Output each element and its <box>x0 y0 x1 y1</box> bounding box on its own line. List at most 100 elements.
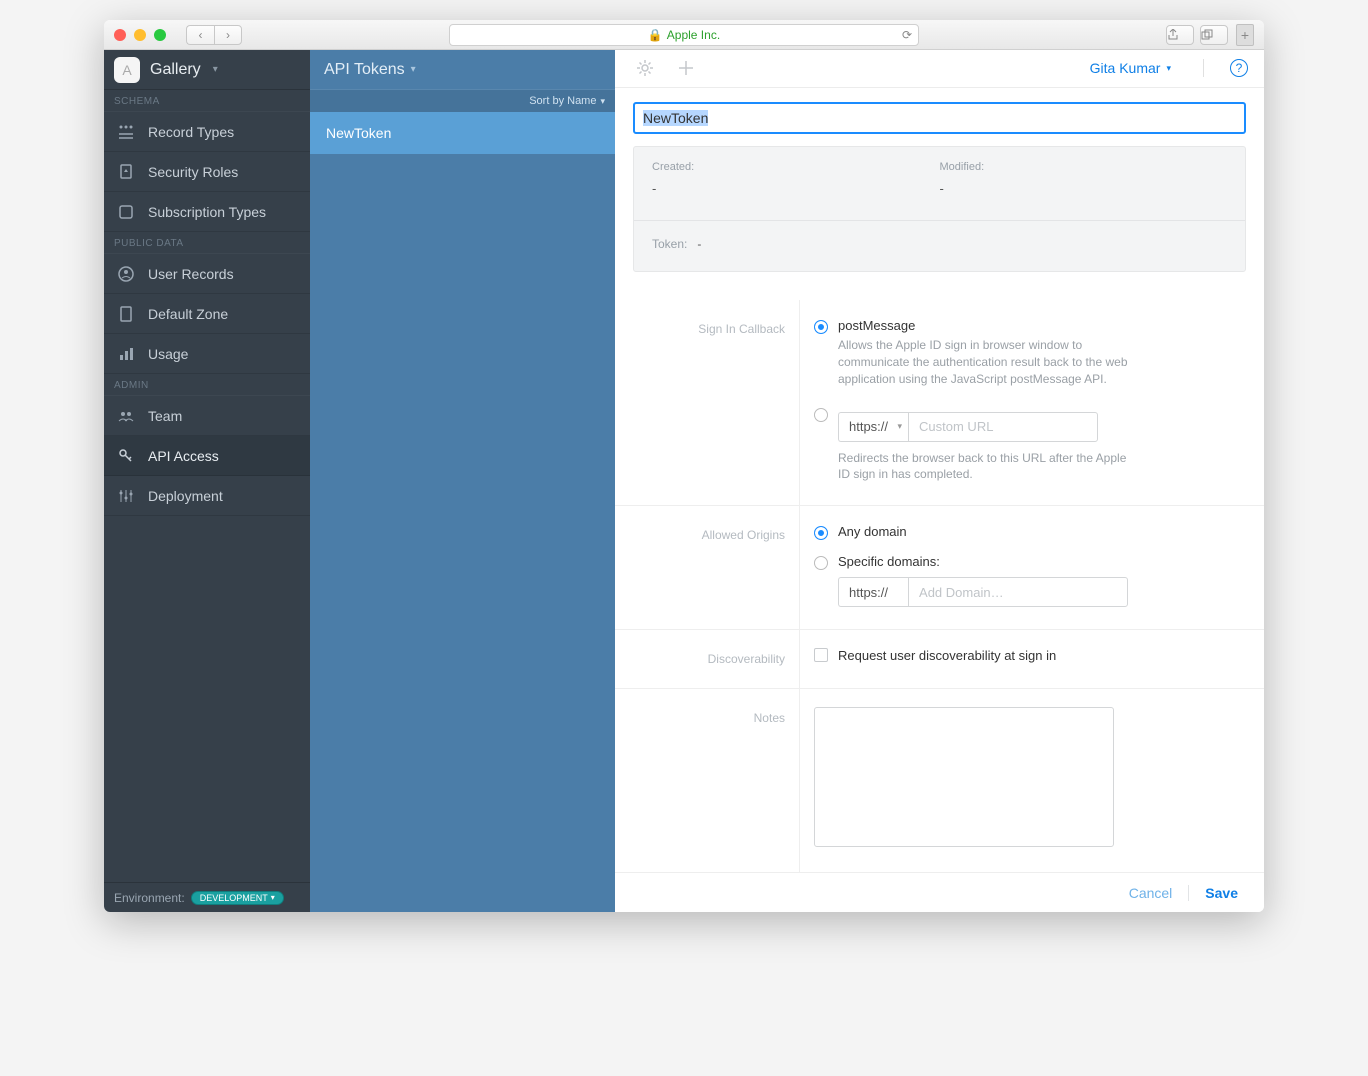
radio-postmessage[interactable]: postMessage Allows the Apple ID sign in … <box>814 318 1238 387</box>
sidebar-item-usage[interactable]: Usage <box>104 334 310 374</box>
address-bar[interactable]: 🔒 Apple Inc. ⟳ <box>449 24 919 46</box>
checkbox-input[interactable] <box>814 648 828 662</box>
modified-label: Modified: <box>940 161 1228 173</box>
window-controls <box>114 29 166 41</box>
token-list-item[interactable]: NewToken <box>310 112 615 154</box>
section-sign-in-callback: Sign In Callback postMessage Allows the … <box>615 300 1264 506</box>
key-icon <box>116 446 136 466</box>
radio-any-domain[interactable]: Any domain <box>814 524 1238 540</box>
sidebar-item-user-records[interactable]: User Records <box>104 254 310 294</box>
nav-back-button[interactable]: ‹ <box>186 25 214 45</box>
custom-url-input[interactable] <box>908 412 1098 442</box>
user-name: Gita Kumar <box>1090 60 1161 76</box>
app-icon: A <box>114 57 140 83</box>
section-header-schema: SCHEMA <box>104 90 310 112</box>
add-domain-input[interactable] <box>908 577 1128 607</box>
tokens-panel: API Tokens ▾ Sort by Name ▾ NewToken <box>310 50 615 912</box>
chevron-down-icon: ▾ <box>1166 63 1171 74</box>
chevron-down-icon: ▾ <box>898 421 903 432</box>
nav-forward-button[interactable]: › <box>214 25 242 45</box>
zoom-window-button[interactable] <box>154 29 166 41</box>
sidebar-item-label: API Access <box>148 448 219 464</box>
nav-arrows: ‹ › <box>186 25 242 45</box>
created-value: - <box>652 181 940 196</box>
notes-textarea[interactable] <box>814 707 1114 847</box>
chevron-down-icon: ▾ <box>213 64 218 75</box>
tabs-button[interactable] <box>1200 25 1228 45</box>
sidebar-item-label: Record Types <box>148 124 234 140</box>
section-header-public-data: PUBLIC DATA <box>104 232 310 254</box>
cancel-button[interactable]: Cancel <box>1121 881 1181 905</box>
radio-description: Allows the Apple ID sign in browser wind… <box>838 337 1128 387</box>
radio-label: Specific domains: <box>838 554 1128 569</box>
environment-footer: Environment: DEVELOPMENT ▾ <box>104 882 310 912</box>
token-meta-card: Created: - Modified: - Token: - <box>633 146 1246 272</box>
chevron-down-icon: ▾ <box>411 64 416 75</box>
sidebar-item-label: Security Roles <box>148 164 238 180</box>
tokens-title: API Tokens <box>324 61 405 79</box>
reload-icon[interactable]: ⟳ <box>902 28 912 42</box>
sort-label: Sort by Name <box>529 95 596 107</box>
bar-chart-icon <box>116 344 136 364</box>
section-label: Allowed Origins <box>615 506 800 629</box>
sidebar-item-label: Default Zone <box>148 306 228 322</box>
sidebar: A Gallery ▾ SCHEMA Record Types Security… <box>104 50 310 912</box>
sidebar-item-label: Team <box>148 408 182 424</box>
sidebar-item-team[interactable]: Team <box>104 396 310 436</box>
domain-scheme: https:// <box>838 577 908 607</box>
share-button[interactable] <box>1166 25 1194 45</box>
sidebar-item-record-types[interactable]: Record Types <box>104 112 310 152</box>
address-host: Apple Inc. <box>667 28 720 42</box>
user-menu[interactable]: Gita Kumar ▾ <box>1090 60 1171 76</box>
add-button[interactable] <box>677 59 695 77</box>
token-name-input[interactable] <box>633 102 1246 134</box>
checkbox-label: Request user discoverability at sign in <box>838 648 1056 663</box>
section-header-admin: ADMIN <box>104 374 310 396</box>
radio-input[interactable] <box>814 556 828 570</box>
sidebar-item-default-zone[interactable]: Default Zone <box>104 294 310 334</box>
radio-specific-domains[interactable]: Specific domains: https:// <box>814 554 1238 607</box>
discoverability-checkbox-row[interactable]: Request user discoverability at sign in <box>814 648 1238 663</box>
radio-input[interactable] <box>814 408 828 422</box>
modified-value: - <box>940 181 1228 196</box>
radio-label: Any domain <box>838 524 907 539</box>
app-switcher[interactable]: A Gallery ▾ <box>104 50 310 90</box>
sidebar-item-deployment[interactable]: Deployment <box>104 476 310 516</box>
new-tab-button[interactable]: + <box>1236 24 1254 46</box>
detail-header: Gita Kumar ▾ ? <box>615 50 1264 88</box>
sidebar-item-api-access[interactable]: API Access <box>104 436 310 476</box>
sidebar-item-subscription-types[interactable]: Subscription Types <box>104 192 310 232</box>
environment-label: Environment: <box>114 891 185 905</box>
divider <box>1203 59 1204 77</box>
minimize-window-button[interactable] <box>134 29 146 41</box>
divider <box>1188 885 1189 901</box>
section-allowed-origins: Allowed Origins Any domain Specific doma… <box>615 506 1264 630</box>
radio-input[interactable] <box>814 320 828 334</box>
zone-icon <box>116 304 136 324</box>
lock-icon: 🔒 <box>648 28 663 42</box>
section-notes: Notes <box>615 689 1264 872</box>
url-scheme-select[interactable]: https:// ▾ <box>838 412 908 442</box>
sidebar-item-label: User Records <box>148 266 234 282</box>
token-label: Token: <box>652 237 687 251</box>
chevron-down-icon: ▾ <box>600 96 605 107</box>
token-name: NewToken <box>326 125 391 141</box>
radio-label: postMessage <box>838 318 1128 333</box>
sidebar-item-security-roles[interactable]: Security Roles <box>104 152 310 192</box>
save-button[interactable]: Save <box>1197 881 1246 905</box>
help-button[interactable]: ? <box>1230 59 1248 77</box>
detail-footer: Cancel Save <box>615 872 1264 912</box>
radio-custom-url[interactable]: https:// ▾ Redirects the browser back to… <box>814 406 1238 484</box>
section-discoverability: Discoverability Request user discoverabi… <box>615 630 1264 689</box>
token-value: - <box>697 237 701 251</box>
environment-badge[interactable]: DEVELOPMENT ▾ <box>191 891 284 905</box>
team-icon <box>116 406 136 426</box>
tokens-panel-header[interactable]: API Tokens ▾ <box>310 50 615 90</box>
user-icon <box>116 264 136 284</box>
gear-icon[interactable] <box>635 58 655 78</box>
shield-icon <box>116 162 136 182</box>
titlebar: ‹ › 🔒 Apple Inc. ⟳ + <box>104 20 1264 50</box>
close-window-button[interactable] <box>114 29 126 41</box>
sort-control[interactable]: Sort by Name ▾ <box>310 90 615 112</box>
radio-input[interactable] <box>814 526 828 540</box>
